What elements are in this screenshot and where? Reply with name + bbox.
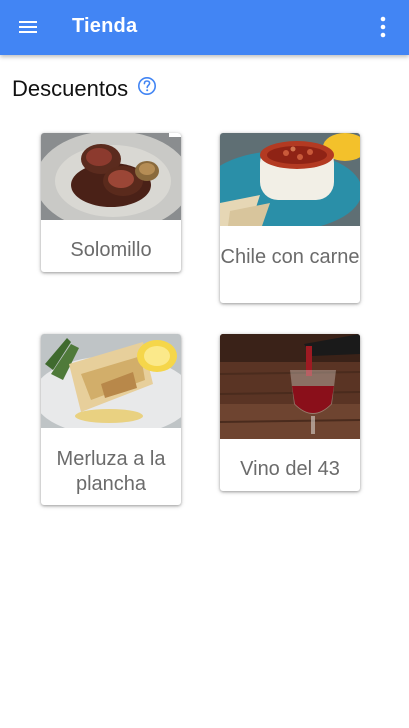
grilled-fish-image xyxy=(41,334,181,428)
chili-bowl-image xyxy=(220,133,360,226)
menu-icon xyxy=(19,21,37,33)
section-header: Descuentos xyxy=(12,74,157,104)
app-title: Tienda xyxy=(72,15,138,37)
product-card-chile-con-carne[interactable]: Chile con carne xyxy=(220,133,360,303)
product-card-merluza-a-la-plancha[interactable]: Merluza a la plancha xyxy=(41,334,181,505)
product-name: Vino del 43 xyxy=(240,458,340,480)
product-name: Merluza a la plancha xyxy=(56,448,166,495)
red-wine-glass-image xyxy=(220,334,360,439)
product-card-solomillo[interactable]: Solomillo xyxy=(41,133,181,272)
menu-button[interactable] xyxy=(8,7,48,47)
help-icon[interactable] xyxy=(137,76,157,96)
product-name: Chile con carne xyxy=(220,246,360,268)
app-bar: Tienda xyxy=(0,0,409,55)
steak-dish-image xyxy=(41,133,181,220)
product-name: Solomillo xyxy=(70,239,152,261)
section-title: Descuentos xyxy=(12,76,129,101)
product-card-vino-del-43[interactable]: Vino del 43 xyxy=(220,334,360,491)
more-vert-icon xyxy=(380,16,386,38)
more-options-button[interactable] xyxy=(363,7,403,47)
